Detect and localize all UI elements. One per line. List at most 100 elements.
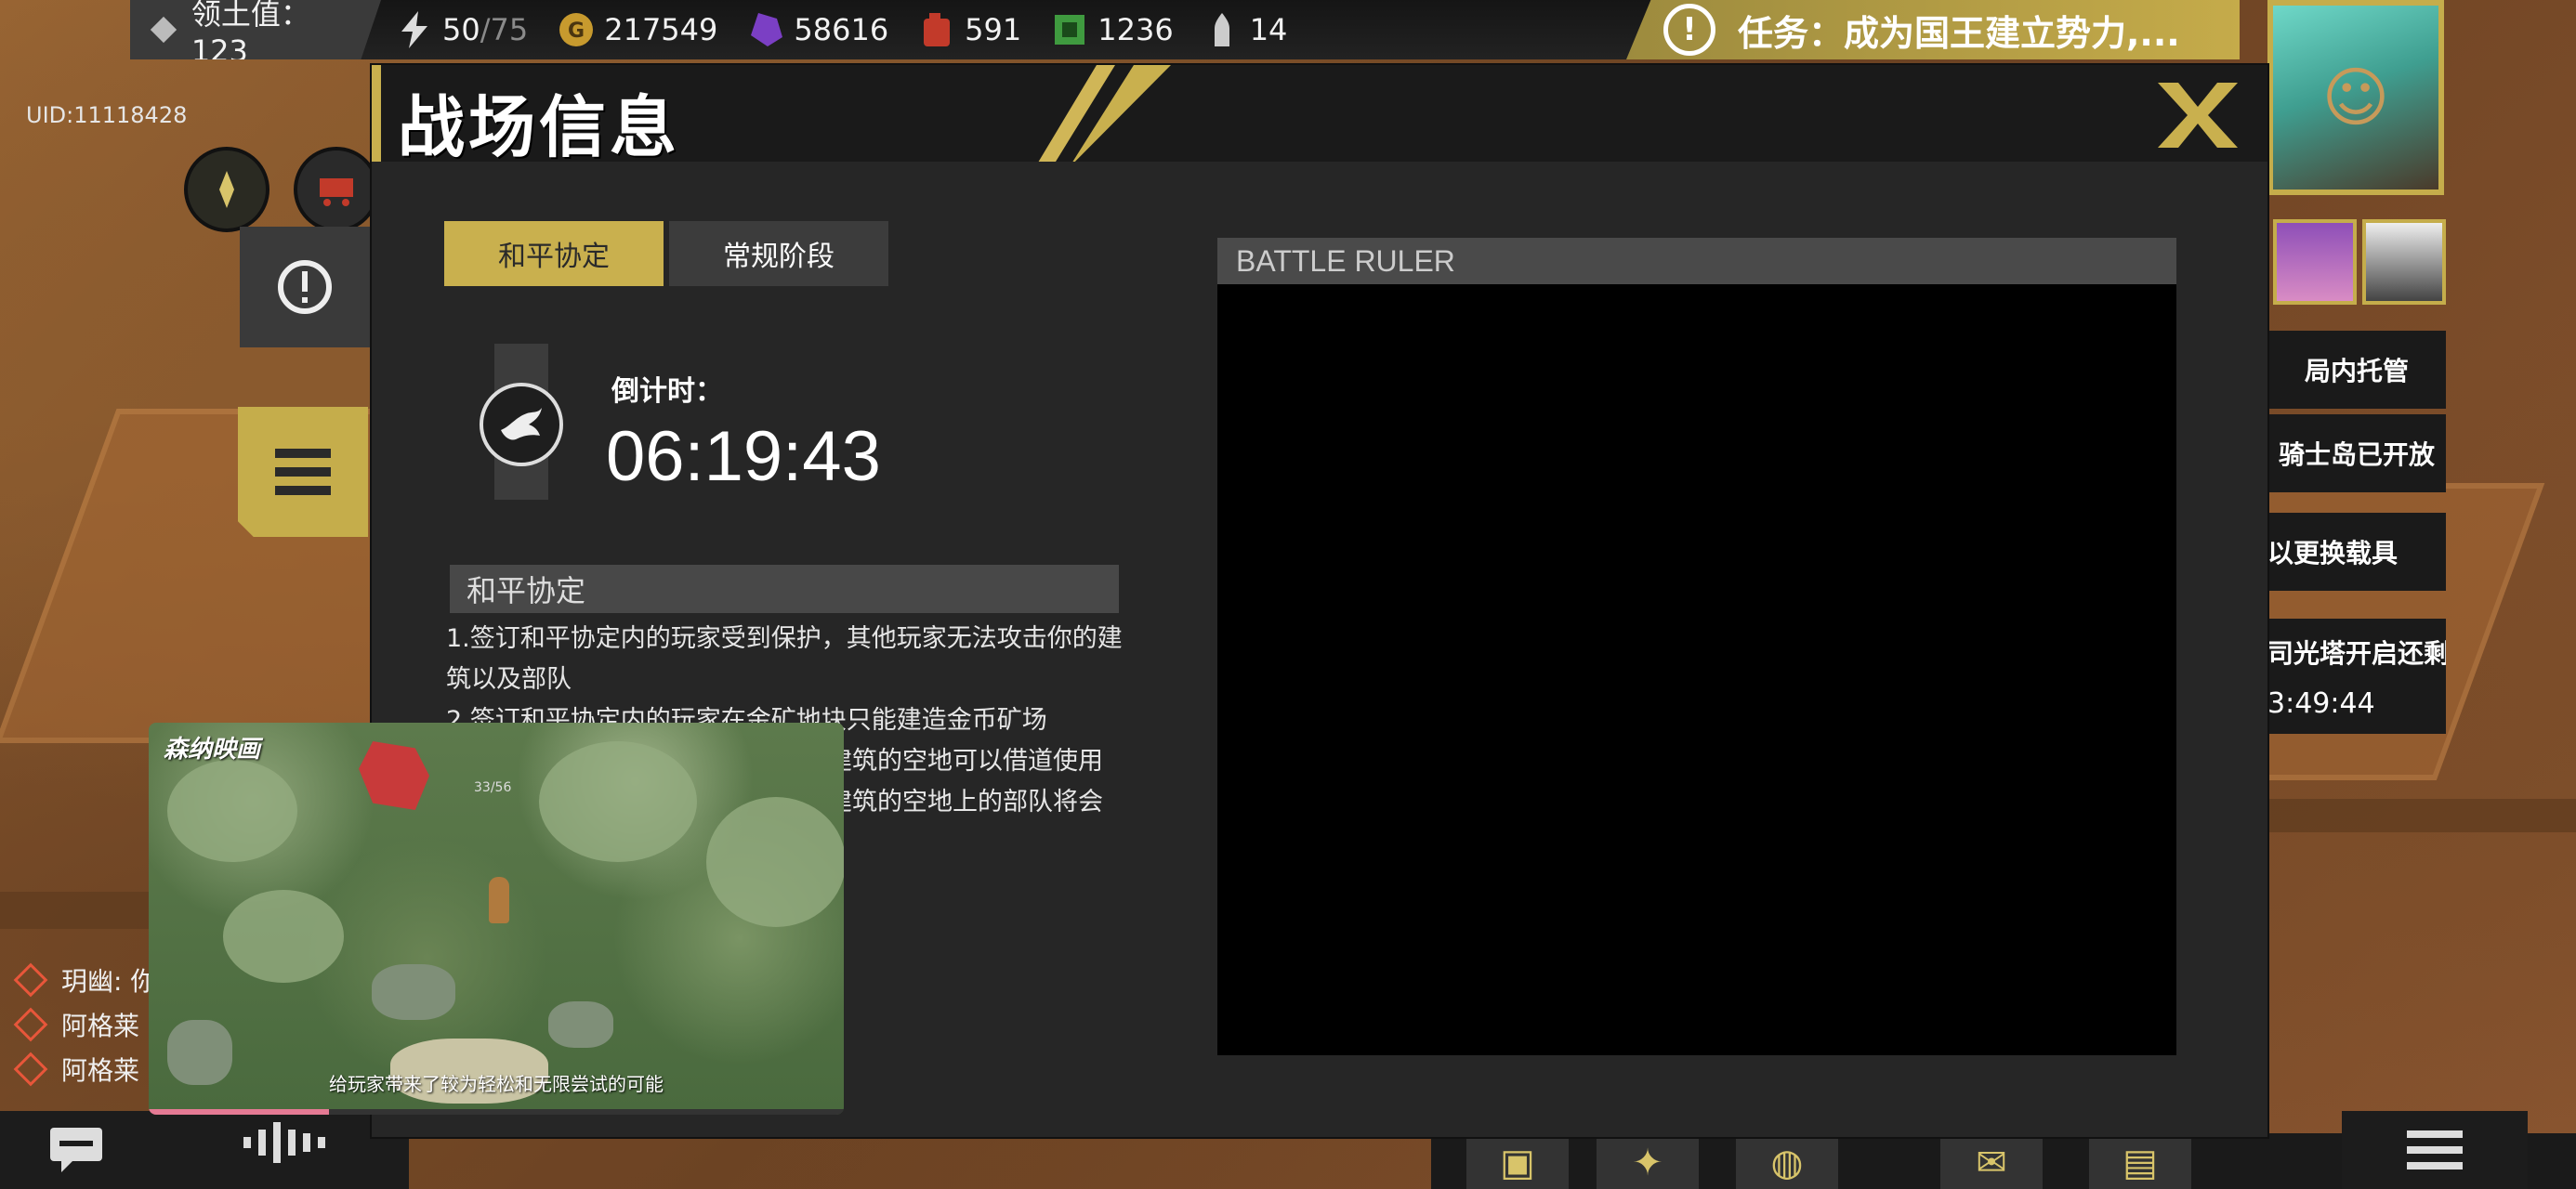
- section-header: 和平协定: [450, 565, 1119, 613]
- energy-value: 50: [442, 12, 480, 47]
- vehicle-change-notice[interactable]: 以更换载具: [2267, 513, 2446, 591]
- auto-manage-button[interactable]: 局内托管: [2267, 331, 2446, 409]
- video-hero-figure: [489, 877, 509, 923]
- chip-value: 1236: [1097, 12, 1174, 47]
- video-progress-fill: [149, 1109, 330, 1115]
- section-title: 和平协定: [467, 573, 586, 608]
- gold-resource[interactable]: G 217549: [543, 0, 732, 59]
- energy-resource[interactable]: 50/75: [381, 0, 543, 59]
- tab-label: 和平协定: [498, 241, 610, 273]
- list-menu-icon: [2407, 1130, 2463, 1169]
- hamburger-icon: [275, 449, 331, 495]
- lightning-icon: [396, 11, 433, 48]
- video-progress-bar[interactable]: [149, 1109, 844, 1115]
- gold-value: 217549: [604, 12, 718, 47]
- side-item-label: 以更换载具: [2267, 538, 2399, 568]
- lighthouse-label: 司光塔开启还剩: [2267, 637, 2446, 669]
- tab-normal-phase[interactable]: 常规阶段: [669, 221, 888, 286]
- main-menu-button[interactable]: [238, 407, 368, 537]
- player-entry[interactable]: 阿格莱: [13, 1003, 167, 1046]
- territory-icon: [145, 11, 182, 48]
- hero-avatar-1[interactable]: [2273, 219, 2357, 305]
- target-icon: [278, 260, 332, 314]
- countdown-label: 倒计时：: [611, 375, 723, 408]
- player-name: 阿格莱: [61, 1011, 140, 1041]
- player-marker-icon: [13, 1052, 48, 1087]
- compass-button[interactable]: [184, 147, 269, 232]
- chip-resource[interactable]: 1236: [1036, 0, 1188, 59]
- lighthouse-timer[interactable]: 司光塔开启还剩 3:49:44: [2267, 619, 2446, 734]
- mission-banner[interactable]: ! 任务：成为国王建立势力,...: [1626, 0, 2240, 59]
- mission-text: 任务：成为国王建立势力,...: [1738, 12, 2180, 54]
- close-button[interactable]: [2156, 78, 2240, 152]
- shop-cart-button[interactable]: [294, 147, 379, 232]
- compass-icon: [219, 171, 234, 208]
- world-button[interactable]: ◍: [1736, 1137, 1838, 1189]
- lighthouse-time: 3:49:44: [2267, 686, 2375, 720]
- wing-icon: ✦: [1632, 1142, 1663, 1184]
- cart-icon: [320, 178, 353, 206]
- player-entry[interactable]: 阿格莱: [13, 1048, 167, 1091]
- countdown-time: 06:19:43: [606, 417, 881, 496]
- box-icon: ▣: [1500, 1142, 1535, 1184]
- battle-ruler-panel: BATTLE RULER: [1217, 238, 2176, 1055]
- video-tree: [706, 797, 844, 927]
- video-counter: 33/56: [474, 780, 512, 795]
- avatar-portrait: ☺: [2273, 6, 2438, 189]
- build-box-button[interactable]: ▣: [1466, 1137, 1569, 1189]
- peace-dove-badge: [480, 383, 563, 466]
- chat-bubble-icon[interactable]: [46, 1124, 106, 1186]
- close-icon: [2158, 83, 2238, 148]
- video-title: 森纳映画: [164, 736, 261, 764]
- dialog-title: 战场信息: [398, 88, 681, 166]
- energy-max: /75: [480, 12, 529, 47]
- ammo-value: 14: [1249, 12, 1288, 47]
- rule-line: 1.签订和平协定内的玩家受到保护，其他玩家无法攻击你的建筑以及部队: [446, 624, 1123, 694]
- map-road: [2249, 799, 2576, 832]
- territory-value[interactable]: 领土值：123: [130, 0, 381, 59]
- hero-avatar-2[interactable]: [2362, 219, 2446, 305]
- crystal-value: 58616: [794, 12, 889, 47]
- mail-button[interactable]: ✉: [1940, 1137, 2043, 1189]
- side-item-label: 骑士岛已开放: [2278, 439, 2435, 470]
- crystal-icon: [747, 11, 784, 48]
- army-button[interactable]: ✦: [1597, 1137, 1699, 1189]
- player-name: 玥幽: 你: [61, 966, 157, 997]
- tab-peace-treaty[interactable]: 和平协定: [444, 221, 664, 286]
- gold-coin-icon: G: [558, 11, 595, 48]
- voice-wave-icon[interactable]: [242, 1120, 327, 1176]
- ammo-resource[interactable]: 14: [1189, 0, 1303, 59]
- tab-label: 常规阶段: [723, 241, 835, 273]
- dialog-header: 战场信息: [372, 65, 2267, 166]
- video-rock: [372, 964, 455, 1020]
- floating-video-player[interactable]: 森纳映画 33/56 给玩家带来了较为轻松和无限尝试的可能: [149, 723, 844, 1115]
- video-tree: [167, 760, 297, 862]
- globe-icon: ◍: [1770, 1142, 1804, 1184]
- side-item-label: 局内托管: [2304, 356, 2409, 386]
- title-accent-stripe: [372, 65, 381, 162]
- ammo-icon: [1203, 11, 1241, 48]
- mission-alert-icon: !: [1663, 4, 1715, 56]
- fuel-can-icon: [918, 11, 955, 48]
- dove-icon: [501, 408, 542, 440]
- more-menu-button[interactable]: [2342, 1111, 2528, 1189]
- video-subtitle: 给玩家带来了较为轻松和无限尝试的可能: [329, 1073, 664, 1095]
- player-avatar[interactable]: ☺: [2267, 0, 2444, 195]
- player-marker-icon: [13, 1007, 48, 1042]
- video-red-creature: [359, 741, 429, 810]
- fuel-resource[interactable]: 591: [903, 0, 1036, 59]
- player-entry[interactable]: 玥幽: 你: [13, 959, 167, 1001]
- player-marker-icon: [13, 962, 48, 998]
- territory-label: 领土值：123: [191, 0, 310, 69]
- video-tree: [223, 890, 344, 983]
- video-tree: [539, 741, 697, 862]
- knight-island-notice[interactable]: 骑士岛已开放: [2267, 414, 2446, 492]
- target-locate-button[interactable]: [240, 227, 370, 347]
- chip-icon: [1051, 11, 1088, 48]
- envelope-icon: ✉: [1976, 1142, 2007, 1184]
- fuel-value: 591: [965, 12, 1022, 47]
- crystal-resource[interactable]: 58616: [732, 0, 903, 59]
- bag-button[interactable]: ▤: [2089, 1137, 2191, 1189]
- video-rock: [548, 1001, 613, 1048]
- player-name: 阿格莱: [61, 1055, 140, 1086]
